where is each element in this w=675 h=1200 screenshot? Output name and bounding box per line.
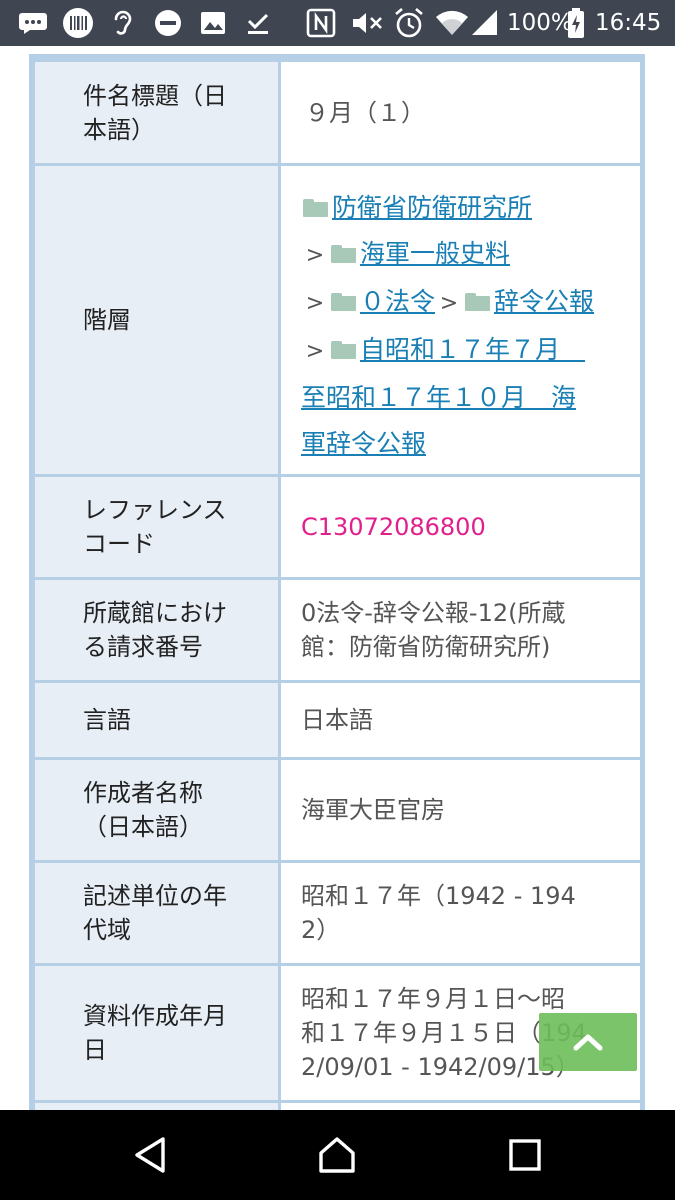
header-cell: レファレンス コード bbox=[35, 477, 278, 577]
hearing-icon bbox=[110, 0, 134, 46]
row-value: 昭和１７年（1942 - 194 2） bbox=[301, 882, 576, 944]
data-cell: C13072086800 bbox=[281, 477, 640, 577]
scroll-to-top-button[interactable] bbox=[539, 1013, 637, 1071]
table-row-next bbox=[35, 1103, 640, 1110]
row-label: 作成者名称 （日本語） bbox=[83, 779, 203, 841]
table-row-creator: 作成者名称 （日本語） 海軍大臣官房 bbox=[35, 760, 640, 860]
header-cell: 作成者名称 （日本語） bbox=[35, 760, 278, 860]
back-icon bbox=[135, 1137, 165, 1173]
status-bar: 100% 16:45 bbox=[0, 0, 675, 46]
row-label: レファレンス コード bbox=[83, 496, 227, 558]
table-row-title: 件名標題（日 本語） ９月（１） bbox=[35, 62, 640, 163]
hierarchy-link-5-cont2[interactable]: 軍辞令公報 bbox=[301, 429, 426, 458]
data-cell: ９月（１） bbox=[281, 62, 640, 163]
folder-icon bbox=[465, 293, 491, 311]
table-row-call-number: 所蔵館におけ る請求番号 0法令-辞令公報-12(所蔵 館：防衛省防衛研究所) bbox=[35, 580, 640, 680]
web-page: 件名標題（日 本語） ９月（１） 階層 防衛省防衛研究所 > 海軍一般史料 >０法… bbox=[0, 46, 675, 1110]
header-cell: 件名標題（日 本語） bbox=[35, 62, 278, 163]
row-value: ９月（１） bbox=[305, 98, 425, 127]
chat-bubble-icon bbox=[18, 0, 48, 46]
row-value: 0法令-辞令公報-12(所蔵 館：防衛省防衛研究所) bbox=[301, 599, 566, 661]
hierarchy-link-4[interactable]: 辞令公報 bbox=[494, 287, 594, 316]
reference-code: C13072086800 bbox=[301, 513, 486, 541]
header-cell: 資料作成年月 日 bbox=[35, 966, 278, 1100]
hierarchy-breadcrumb: 防衛省防衛研究所 > 海軍一般史料 >０法令 > 辞令公報 > 自昭和１７年７月 至昭和… bbox=[301, 185, 594, 467]
row-value: 海軍大臣官房 bbox=[301, 796, 445, 824]
chevron-right-icon: > bbox=[305, 291, 325, 316]
table-row-language: 言語 日本語 bbox=[35, 683, 640, 757]
nfc-icon bbox=[305, 0, 337, 46]
row-label: 件名標題（日 本語） bbox=[83, 81, 227, 144]
header-cell: 所蔵館におけ る請求番号 bbox=[35, 580, 278, 680]
folder-icon bbox=[331, 293, 356, 311]
hierarchy-link-5[interactable]: 自昭和１７年７月 bbox=[360, 335, 585, 364]
header-cell: 記述単位の年 代域 bbox=[35, 863, 278, 963]
hierarchy-link-1[interactable]: 防衛省防衛研究所 bbox=[332, 193, 532, 222]
mute-icon bbox=[350, 0, 384, 46]
data-cell bbox=[281, 1103, 640, 1110]
table-row-hierarchy: 階層 防衛省防衛研究所 > 海軍一般史料 >０法令 > 辞令公報 > 自昭和１７年７月 … bbox=[35, 166, 640, 474]
row-label: 言語 bbox=[83, 706, 131, 734]
navigation-bar bbox=[0, 1110, 675, 1200]
folder-icon bbox=[331, 341, 356, 359]
recents-button[interactable] bbox=[470, 1110, 580, 1200]
clock: 16:45 bbox=[595, 10, 662, 36]
row-label: 資料作成年月 日 bbox=[83, 1002, 227, 1064]
header-cell bbox=[35, 1103, 278, 1110]
header-cell: 階層 bbox=[35, 166, 278, 474]
hierarchy-link-3[interactable]: ０法令 bbox=[360, 287, 435, 316]
data-cell: 昭和１７年（1942 - 194 2） bbox=[281, 863, 640, 963]
row-value: 日本語 bbox=[301, 706, 373, 734]
hierarchy-link-5-cont[interactable]: 至昭和１７年１０月 海 bbox=[301, 383, 576, 412]
row-label: 記述単位の年 代域 bbox=[83, 882, 227, 944]
row-label: 階層 bbox=[83, 306, 131, 334]
hierarchy-link-2[interactable]: 海軍一般史料 bbox=[360, 239, 510, 268]
alarm-icon bbox=[393, 0, 425, 46]
battery-charging-icon bbox=[567, 0, 585, 46]
table-row-reference-code: レファレンス コード C13072086800 bbox=[35, 477, 640, 577]
download-done-icon bbox=[243, 0, 273, 46]
barcode-icon bbox=[62, 0, 94, 46]
folder-icon bbox=[303, 199, 328, 217]
header-cell: 言語 bbox=[35, 683, 278, 757]
data-cell: 日本語 bbox=[281, 683, 640, 757]
image-icon bbox=[199, 0, 227, 46]
home-icon bbox=[319, 1137, 355, 1173]
battery-percent: 100% bbox=[507, 10, 573, 36]
back-button[interactable] bbox=[95, 1110, 205, 1200]
recents-icon bbox=[509, 1139, 541, 1171]
table-row-era: 記述単位の年 代域 昭和１７年（1942 - 194 2） bbox=[35, 863, 640, 963]
chevron-right-icon: > bbox=[305, 243, 325, 268]
do-not-disturb-icon bbox=[153, 0, 183, 46]
data-cell: 0法令-辞令公報-12(所蔵 館：防衛省防衛研究所) bbox=[281, 580, 640, 680]
data-cell: 防衛省防衛研究所 > 海軍一般史料 >０法令 > 辞令公報 > 自昭和１７年７月 至昭和… bbox=[281, 166, 640, 474]
chevron-right-icon: > bbox=[439, 291, 459, 316]
row-label: 所蔵館におけ る請求番号 bbox=[83, 599, 227, 661]
wifi-icon bbox=[435, 0, 469, 46]
data-cell: 海軍大臣官房 bbox=[281, 760, 640, 860]
folder-icon bbox=[331, 245, 356, 263]
chevron-up-icon bbox=[573, 1034, 603, 1051]
signal-icon bbox=[470, 0, 500, 46]
home-button[interactable] bbox=[282, 1110, 392, 1200]
chevron-right-icon: > bbox=[305, 339, 325, 364]
